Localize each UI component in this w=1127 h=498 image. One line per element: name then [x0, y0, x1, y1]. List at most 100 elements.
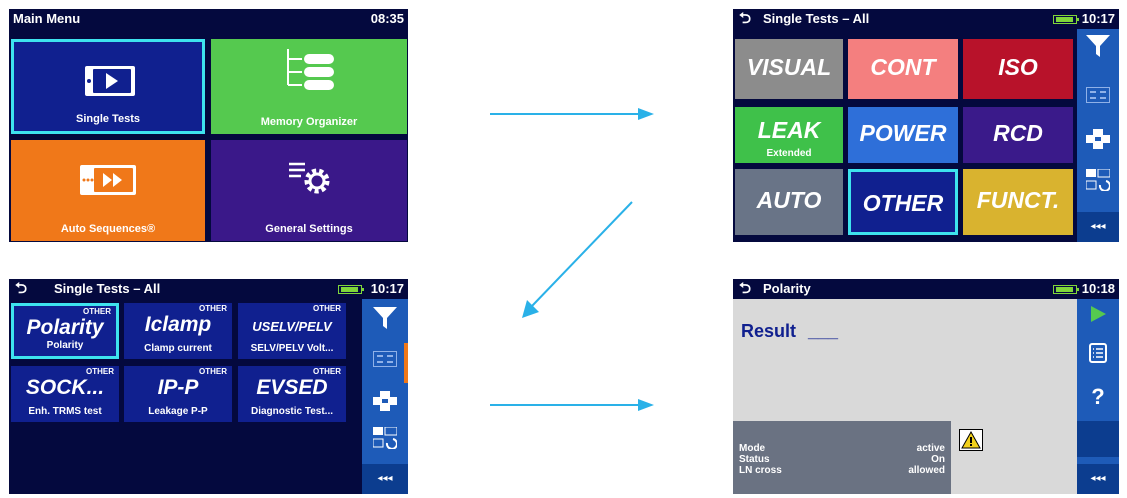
single-tests-tile[interactable]: Single Tests	[11, 39, 205, 134]
screen-title: Main Menu	[13, 11, 81, 26]
test-description: Leakage P-P	[148, 406, 208, 417]
grid-view-icon	[373, 351, 397, 367]
test-group-tag: OTHER	[83, 307, 111, 316]
test-tile[interactable]: OTHER SOCK... Enh. TRMS test	[11, 366, 119, 422]
test-group-tile[interactable]: CONT	[848, 39, 958, 99]
parameter-row[interactable]: Mode active	[739, 443, 945, 454]
test-group-tile[interactable]: AUTO	[735, 169, 843, 235]
test-tile[interactable]: OTHER IP-P Leakage P-P	[124, 366, 232, 422]
memory-organizer-tile[interactable]: Memory Organizer	[211, 39, 407, 134]
list-icon	[1089, 343, 1107, 363]
flow-arrow-right-bottom	[490, 399, 654, 411]
single-tests-groups-screen: ⮌ Single Tests – All 10:17 VISUAL CONT ISO…	[733, 9, 1119, 242]
test-group-tile[interactable]: FUNCT.	[963, 169, 1073, 235]
side-blank-area	[1077, 421, 1119, 457]
help-icon: ?	[1091, 384, 1105, 409]
parameter-value: On	[931, 454, 945, 465]
back-arrow-icon[interactable]: ⮌	[739, 9, 751, 29]
test-group-tag: OTHER	[313, 367, 341, 376]
single-tests-icon	[85, 66, 135, 96]
test-group-name: FUNCT.	[976, 187, 1060, 213]
test-group-tag: OTHER	[199, 304, 227, 313]
parameter-row[interactable]: Status On	[739, 454, 945, 465]
view-grid-button[interactable]	[1077, 87, 1119, 123]
more-options-button[interactable]: ◂◂◂	[1077, 212, 1119, 242]
single-tests-label: Single Tests	[76, 113, 140, 125]
test-description: Polarity	[46, 340, 84, 351]
test-group-name: RCD	[993, 120, 1043, 146]
header-bar: Main Menu 08:35	[9, 9, 408, 29]
test-name: Polarity	[26, 316, 104, 339]
test-group-name: LEAK	[757, 117, 821, 143]
parameter-value: active	[916, 443, 945, 454]
memory-organizer-icon	[287, 49, 334, 90]
side-toolbar: ? ◂◂◂	[1077, 299, 1119, 494]
general-settings-tile[interactable]: General Settings	[211, 140, 407, 241]
auto-sequences-tile[interactable]: Auto Sequences®	[11, 140, 205, 241]
help-button[interactable]: ?	[1077, 379, 1119, 415]
memory-organizer-label: Memory Organizer	[260, 116, 358, 128]
switch-view-button[interactable]	[362, 426, 408, 463]
more-options-button[interactable]: ◂◂◂	[362, 464, 408, 494]
start-test-button[interactable]	[1077, 305, 1119, 341]
back-arrow-icon[interactable]: ⮌	[15, 279, 27, 299]
test-group-name: AUTO	[756, 187, 822, 213]
battery-icon	[1053, 15, 1079, 24]
flow-arrow-right-top	[490, 108, 654, 120]
filter-icon	[1086, 35, 1110, 57]
move-button[interactable]	[362, 391, 408, 427]
test-description: Clamp current	[144, 343, 212, 354]
test-description: Diagnostic Test...	[250, 406, 334, 417]
back-arrow-icon[interactable]: ⮌	[739, 279, 751, 299]
battery-icon	[1053, 285, 1079, 294]
parameter-row[interactable]: LN cross allowed	[739, 465, 945, 476]
view-grid-button[interactable]	[362, 351, 408, 387]
test-tile[interactable]: OTHER USELV/PELV SELV/PELV Volt...	[238, 303, 346, 359]
screen-title: Single Tests – All	[54, 281, 161, 296]
play-icon	[1091, 306, 1106, 322]
test-group-tile[interactable]: VISUAL	[735, 39, 843, 99]
more-options-button[interactable]: ◂◂◂	[1077, 464, 1119, 494]
clock: 10:17	[370, 281, 404, 296]
test-group-name: VISUAL	[746, 54, 832, 80]
header-bar: ⮌ Polarity 10:18	[733, 279, 1119, 299]
test-group-tile[interactable]: ISO	[963, 39, 1073, 99]
result-label: Result	[741, 321, 797, 341]
test-tile[interactable]: OTHER Polarity Polarity	[11, 303, 119, 359]
test-group-tile[interactable]: POWER	[848, 107, 958, 163]
test-group-tag: OTHER	[199, 367, 227, 376]
settings-gear-icon	[289, 162, 330, 194]
filter-button[interactable]	[1077, 35, 1119, 71]
move-button[interactable]	[1077, 129, 1119, 165]
test-group-subtitle: Extended	[766, 148, 812, 159]
test-tile[interactable]: OTHER EVSED Diagnostic Test...	[238, 366, 346, 422]
test-name: EVSED	[256, 376, 328, 399]
switch-view-button[interactable]	[1077, 168, 1119, 205]
move-icon	[1086, 129, 1110, 149]
test-group-name: CONT	[870, 54, 936, 80]
result-value: ___	[808, 321, 839, 341]
clock: 10:18	[1081, 281, 1115, 296]
test-group-tile[interactable]: LEAK Extended	[735, 107, 843, 163]
parameter-name: Mode	[739, 443, 766, 454]
parameter-list: Mode active Status On LN cross allowed	[739, 443, 945, 476]
header-bar: ⮌ Single Tests – All 10:17	[733, 9, 1119, 29]
auto-sequences-label: Auto Sequences®	[60, 223, 156, 235]
warning-icon	[959, 429, 983, 451]
test-description: Enh. TRMS test	[28, 406, 102, 417]
parameters-button[interactable]	[1077, 343, 1119, 379]
move-icon	[373, 391, 397, 411]
flow-arrow-diagonal	[522, 201, 633, 318]
filter-button[interactable]	[362, 307, 408, 343]
switch-view-icon	[1085, 168, 1111, 192]
test-group-tile[interactable]: OTHER	[848, 169, 958, 235]
test-group-tile[interactable]: RCD	[963, 107, 1073, 163]
scroll-indicator[interactable]	[404, 343, 408, 383]
battery-icon	[338, 285, 364, 294]
test-tile[interactable]: OTHER Iclamp Clamp current	[124, 303, 232, 359]
test-name: Iclamp	[144, 313, 212, 336]
parameter-name: LN cross	[739, 465, 782, 476]
auto-sequences-icon	[80, 165, 136, 195]
header-bar: ⮌ Single Tests – All 10:17	[9, 279, 408, 299]
screen-title: Single Tests – All	[763, 11, 870, 26]
